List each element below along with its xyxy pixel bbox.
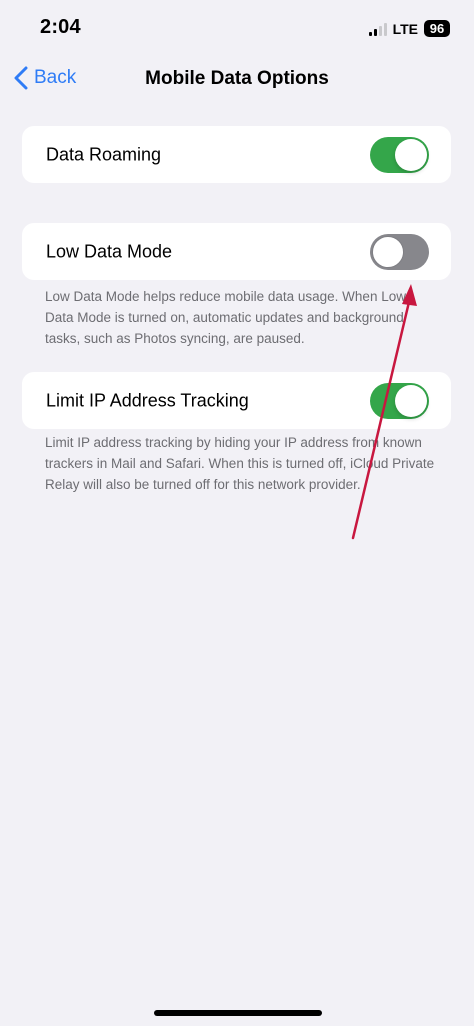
- home-indicator[interactable]: [154, 1010, 322, 1016]
- status-icons: LTE 96: [368, 20, 450, 37]
- low-data-mode-label: Low Data Mode: [46, 241, 173, 261]
- toggle-knob: [395, 138, 427, 171]
- nav-bar: Back Mobile Data Options: [0, 58, 474, 104]
- limit-ip-tracking-label: Limit IP Address Tracking: [46, 390, 249, 410]
- page-title: Mobile Data Options: [145, 68, 329, 89]
- network-type: LTE: [392, 20, 418, 37]
- low-data-mode-footnote: Low Data Mode helps reduce mobile data u…: [45, 289, 406, 346]
- low-data-mode-row: Low Data Mode: [22, 223, 451, 280]
- status-bar: 2:04 LTE 96: [0, 0, 474, 58]
- status-time: 2:04: [40, 16, 81, 38]
- limit-ip-tracking-toggle[interactable]: [370, 382, 429, 419]
- data-roaming-row: Data Roaming: [22, 126, 451, 183]
- signal-icon: [368, 22, 387, 36]
- battery-icon: 96: [424, 20, 450, 37]
- limit-ip-tracking-row: Limit IP Address Tracking: [22, 372, 451, 429]
- toggle-knob: [372, 235, 404, 268]
- limit-ip-tracking-footnote: Limit IP address tracking by hiding your…: [45, 435, 435, 492]
- toggle-knob: [395, 384, 427, 417]
- data-roaming-label: Data Roaming: [46, 144, 162, 164]
- low-data-mode-toggle[interactable]: [370, 233, 429, 270]
- data-roaming-toggle[interactable]: [370, 136, 429, 173]
